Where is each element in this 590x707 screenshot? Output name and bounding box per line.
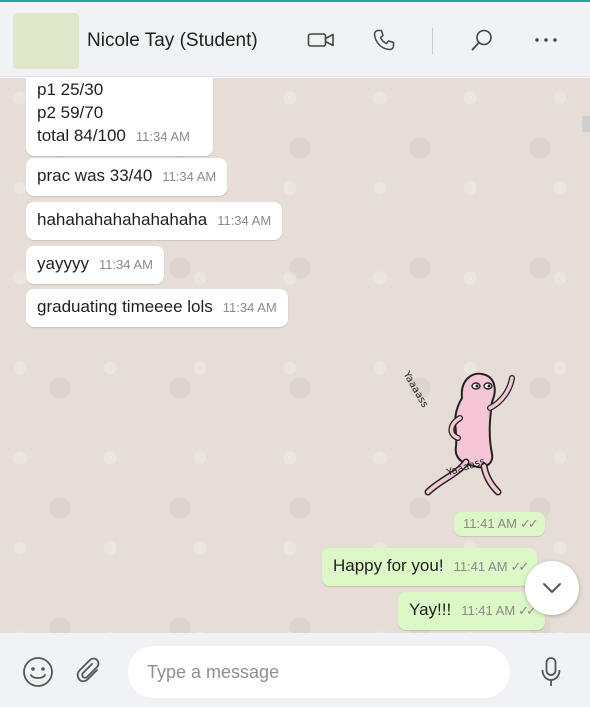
message-time: 11:34 AM	[98, 257, 153, 272]
message-time: 11:41 AM	[463, 516, 517, 531]
message-incoming[interactable]: prac was 33/40 11:34 AM	[26, 158, 228, 196]
sticker-message[interactable]: Yaaaass Yaaaass	[400, 368, 550, 498]
more-options-icon[interactable]	[530, 24, 562, 56]
scrollbar-thumb[interactable]	[582, 116, 590, 132]
message-time: 11:34 AM	[162, 169, 217, 184]
contact-avatar[interactable]	[13, 13, 79, 69]
contact-name[interactable]: Nicole Tay (Student)	[87, 30, 258, 52]
message-line: p2 59/70	[37, 103, 104, 122]
chat-messages-area[interactable]: p1 25/30 p2 59/70 total 84/100 11:34 AM p…	[0, 78, 590, 633]
message-outgoing[interactable]: Yay!!! 11:41 AM ✓✓	[398, 592, 545, 630]
message-text: graduating timeeee lols	[37, 297, 213, 316]
message-text: yayyyy	[37, 254, 89, 273]
message-line: p1 25/30	[37, 80, 104, 99]
message-input[interactable]	[128, 646, 510, 698]
scroll-to-bottom-button[interactable]	[525, 561, 579, 615]
chat-header: Nicole Tay (Student)	[0, 2, 590, 77]
message-time: 11:34 AM	[135, 129, 190, 144]
message-text: Happy for you!	[333, 556, 444, 575]
message-text: Yay!!!	[409, 600, 452, 619]
message-time: 11:34 AM	[217, 213, 272, 228]
message-time: 11:41 AM	[453, 559, 508, 574]
video-call-icon[interactable]	[305, 24, 337, 56]
emoji-icon[interactable]	[21, 655, 55, 689]
header-divider	[432, 28, 433, 54]
message-time: 11:34 AM	[222, 300, 277, 315]
message-text: prac was 33/40	[37, 166, 153, 185]
message-text: hahahahahahahahaha	[37, 210, 208, 229]
message-composer	[0, 633, 590, 707]
message-incoming[interactable]: graduating timeeee lols 11:34 AM	[26, 289, 288, 327]
microphone-icon[interactable]	[534, 655, 568, 689]
message-time: 11:41 AM	[461, 603, 516, 618]
attach-icon[interactable]	[73, 655, 107, 689]
read-receipt-icon: ✓✓	[519, 516, 539, 531]
message-incoming[interactable]: hahahahahahahahaha 11:34 AM	[26, 202, 283, 240]
sticker-timestamp: 11:41 AM ✓✓	[454, 512, 545, 536]
message-line: total 84/100	[37, 126, 126, 145]
search-icon[interactable]	[466, 24, 498, 56]
message-incoming[interactable]: yayyyy 11:34 AM	[26, 246, 164, 284]
message-outgoing[interactable]: Happy for you! 11:41 AM ✓✓	[322, 548, 538, 586]
sticker-lettering: Yaaaass	[400, 369, 430, 410]
chevron-down-icon	[543, 583, 561, 593]
voice-call-icon[interactable]	[368, 24, 400, 56]
read-receipt-icon: ✓✓	[510, 559, 530, 574]
message-incoming[interactable]: p1 25/30 p2 59/70 total 84/100 11:34 AM	[26, 78, 213, 156]
sticker-image	[424, 372, 515, 496]
